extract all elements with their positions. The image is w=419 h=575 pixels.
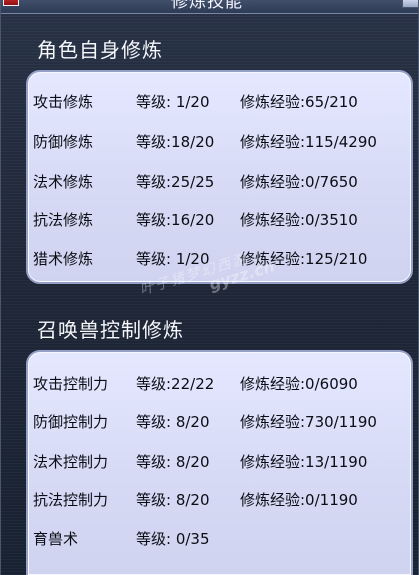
skill-name: 抗法控制力	[33, 491, 109, 509]
skill-level: 等级: 8/20	[136, 453, 210, 471]
skill-exp: 修炼经验:115/4290	[240, 133, 377, 151]
summon-control-row: 法术控制力 等级: 8/20 修炼经验:13/1190	[28, 450, 411, 474]
summon-control-row: 攻击控制力 等级:22/22 修炼经验:0/6090	[28, 372, 411, 396]
skill-exp: 修炼经验:0/1190	[240, 491, 358, 509]
skill-level: 等级:18/20	[136, 133, 215, 151]
role-cultivation-panel: 攻击修炼 等级: 1/20 修炼经验:65/210 防御修炼 等级:18/20 …	[26, 70, 413, 284]
skill-name: 法术控制力	[33, 453, 109, 471]
window-titlebar: 修炼技能 ⌒	[1, 0, 418, 14]
skill-level: 等级: 8/20	[136, 491, 210, 509]
skill-exp: 修炼经验:0/3510	[240, 211, 358, 229]
skill-level: 等级: 1/20	[136, 250, 210, 268]
role-cultivation-title: 角色自身修炼	[37, 38, 163, 62]
role-cultivation-row: 攻击修炼 等级: 1/20 修炼经验:65/210	[28, 90, 411, 114]
skill-exp: 修炼经验:125/210	[240, 250, 368, 268]
skill-name: 攻击控制力	[33, 375, 109, 393]
skill-level: 等级:25/25	[136, 173, 215, 191]
close-icon[interactable]	[3, 0, 19, 6]
skill-exp: 修炼经验:0/7650	[240, 173, 358, 191]
skill-name: 防御控制力	[33, 413, 109, 431]
summon-control-title: 召唤兽控制修炼	[37, 318, 184, 342]
role-cultivation-row: 防御修炼 等级:18/20 修炼经验:115/4290	[28, 130, 411, 154]
skill-name: 抗法修炼	[33, 211, 94, 229]
skill-level: 等级: 0/35	[136, 530, 210, 548]
role-cultivation-row: 法术修炼 等级:25/25 修炼经验:0/7650	[28, 170, 411, 194]
skill-level: 等级:22/22	[136, 375, 215, 393]
skill-name: 育兽术	[33, 530, 79, 548]
skill-name: 防御修炼	[33, 133, 94, 151]
skill-exp: 修炼经验:0/6090	[240, 375, 358, 393]
skill-name: 法术修炼	[33, 173, 94, 191]
cultivation-skills-window: 修炼技能 ⌒ 角色自身修炼 攻击修炼 等级: 1/20 修炼经验:65/210 …	[0, 0, 419, 575]
role-cultivation-row: 猎术修炼 等级: 1/20 修炼经验:125/210	[28, 247, 411, 271]
skill-exp: 修炼经验:65/210	[240, 93, 358, 111]
skill-exp: 修炼经验:730/1190	[240, 413, 377, 431]
summon-control-row: 育兽术 等级: 0/35	[28, 527, 411, 551]
title-tab-button[interactable]	[402, 0, 418, 8]
window-title: 修炼技能	[171, 0, 243, 12]
summon-control-panel: 攻击控制力 等级:22/22 修炼经验:0/6090 防御控制力 等级: 8/2…	[26, 350, 413, 575]
summon-control-row: 抗法控制力 等级: 8/20 修炼经验:0/1190	[28, 488, 411, 512]
skill-level: 等级: 1/20	[136, 93, 210, 111]
role-cultivation-row: 抗法修炼 等级:16/20 修炼经验:0/3510	[28, 208, 411, 232]
skill-name: 攻击修炼	[33, 93, 94, 111]
ornament-icon: ⌒	[379, 0, 393, 4]
skill-name: 猎术修炼	[33, 250, 94, 268]
skill-exp: 修炼经验:13/1190	[240, 453, 368, 471]
skill-level: 等级:16/20	[136, 211, 215, 229]
skill-level: 等级: 8/20	[136, 413, 210, 431]
summon-control-row: 防御控制力 等级: 8/20 修炼经验:730/1190	[28, 410, 411, 434]
